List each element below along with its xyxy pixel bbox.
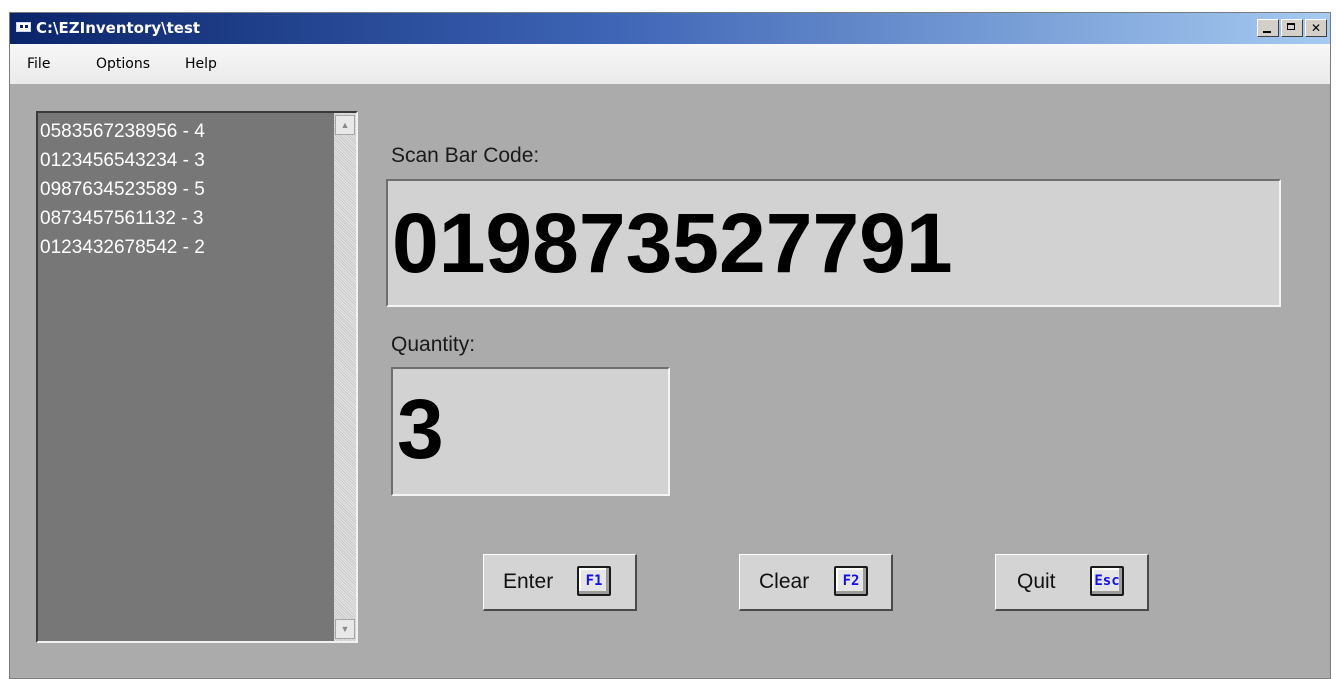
scanned-items-list[interactable]: 0583567238956 - 4 0123456543234 - 3 0987…: [36, 111, 358, 643]
maximize-button[interactable]: [1281, 19, 1303, 37]
list-item[interactable]: 0123456543234 - 3: [40, 146, 205, 175]
f1-key-icon: F1: [577, 566, 611, 596]
list-scrollbar[interactable]: ▲ ▼: [334, 113, 356, 641]
list-item[interactable]: 0987634523589 - 5: [40, 175, 205, 204]
arrow-down-icon: ▼: [340, 624, 350, 634]
quantity-label: Quantity:: [391, 333, 476, 356]
menu-options[interactable]: Options: [96, 56, 150, 72]
quit-button-label: Quit: [1017, 570, 1056, 593]
list-item[interactable]: 0123432678542 - 2: [40, 233, 205, 262]
clear-button-label: Clear: [759, 570, 810, 593]
barcode-input[interactable]: 019873527791: [386, 179, 1281, 307]
enter-button[interactable]: Enter F1: [483, 554, 637, 611]
app-window: C:\EZInventory\test ✕ File Options Help …: [9, 12, 1331, 679]
window-controls: ✕: [1255, 19, 1327, 37]
arrow-up-icon: ▲: [340, 120, 350, 130]
clear-button[interactable]: Clear F2: [739, 554, 893, 611]
app-icon: [16, 22, 31, 32]
list-item[interactable]: 0583567238956 - 4: [40, 117, 205, 146]
scroll-down-button[interactable]: ▼: [335, 619, 355, 639]
close-button[interactable]: ✕: [1305, 19, 1327, 37]
window-title: C:\EZInventory\test: [36, 19, 201, 37]
enter-button-label: Enter: [503, 570, 554, 593]
menu-file[interactable]: File: [27, 56, 50, 72]
list-items: 0583567238956 - 4 0123456543234 - 3 0987…: [40, 117, 205, 262]
scroll-up-button[interactable]: ▲: [335, 115, 355, 135]
f2-key-icon: F2: [834, 566, 868, 596]
esc-key-icon: Esc: [1090, 566, 1124, 596]
quit-button[interactable]: Quit Esc: [995, 554, 1149, 611]
title-bar[interactable]: C:\EZInventory\test ✕: [10, 13, 1330, 44]
barcode-label: Scan Bar Code:: [391, 144, 540, 167]
menu-help[interactable]: Help: [185, 56, 217, 72]
menu-bar: File Options Help: [10, 44, 1330, 84]
minimize-button[interactable]: [1257, 19, 1279, 37]
list-item[interactable]: 0873457561132 - 3: [40, 204, 205, 233]
quantity-input[interactable]: 3: [391, 367, 670, 496]
